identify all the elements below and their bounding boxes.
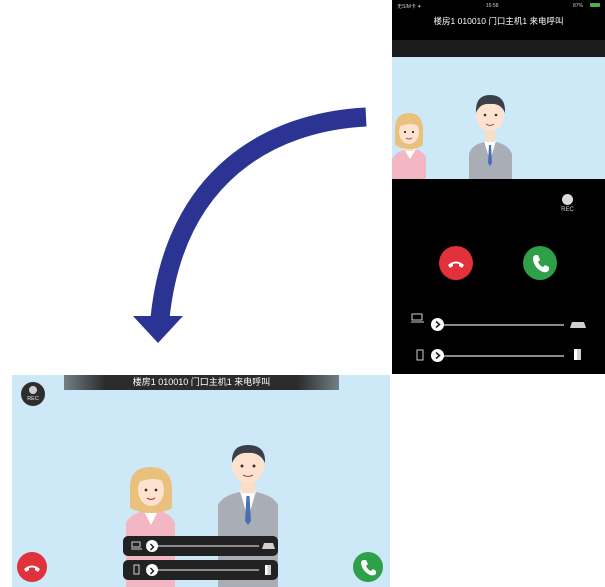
video-feed bbox=[392, 57, 605, 179]
phone-answer-icon bbox=[361, 560, 376, 576]
call-controls-panel: REC bbox=[392, 179, 605, 374]
brightness-slider-thumb[interactable] bbox=[146, 564, 158, 576]
monitor-icon bbox=[131, 541, 142, 550]
brightness-slider-track[interactable] bbox=[151, 569, 259, 571]
brightness-slider-track[interactable] bbox=[436, 355, 564, 357]
monitor-max-icon bbox=[262, 543, 275, 549]
volume-slider-track[interactable] bbox=[151, 545, 259, 547]
phone-answer-icon bbox=[533, 255, 549, 273]
hangup-button[interactable] bbox=[439, 246, 473, 280]
phone-portrait-screen: 无SIM卡 ✦ 16:58 87% 楼房1 010010 门口主机1 来电呼叫 bbox=[392, 0, 605, 374]
volume-slider-panel bbox=[123, 536, 278, 556]
status-time: 16:58 bbox=[486, 3, 499, 9]
record-button[interactable]: REC bbox=[21, 382, 45, 406]
monitor-icon bbox=[411, 313, 424, 323]
phone-hangup-icon bbox=[448, 261, 464, 268]
answer-button[interactable] bbox=[523, 246, 557, 280]
record-icon bbox=[29, 386, 37, 394]
hangup-button[interactable] bbox=[17, 552, 47, 582]
door-open-icon bbox=[574, 349, 581, 360]
volume-slider-thumb[interactable] bbox=[146, 540, 158, 552]
answer-button[interactable] bbox=[353, 552, 383, 582]
brightness-slider-thumb[interactable] bbox=[431, 349, 444, 362]
woman-figure bbox=[392, 113, 426, 179]
brightness-slider-panel bbox=[123, 560, 278, 580]
status-battery: 87% bbox=[573, 3, 584, 9]
volume-slider-thumb[interactable] bbox=[431, 318, 444, 331]
record-icon[interactable] bbox=[562, 194, 573, 205]
door-icon bbox=[133, 564, 140, 575]
call-title: 楼房1 010010 门口主机1 来电呼叫 bbox=[132, 377, 271, 387]
volume-slider-track[interactable] bbox=[436, 324, 564, 326]
call-title: 楼房1 010010 门口主机1 来电呼叫 bbox=[433, 16, 564, 26]
phone-hangup-icon bbox=[24, 565, 40, 572]
status-carrier: 无SIM卡 ✦ bbox=[397, 4, 422, 10]
curved-arrow-icon bbox=[133, 107, 367, 343]
battery-icon bbox=[590, 3, 600, 7]
man-figure bbox=[469, 95, 512, 179]
monitor-max-icon bbox=[570, 322, 586, 328]
door-icon bbox=[416, 349, 424, 361]
door-open-icon bbox=[265, 565, 271, 575]
status-bar: 无SIM卡 ✦ 16:58 87% bbox=[392, 0, 605, 12]
rec-label: REC bbox=[27, 396, 39, 402]
title-sub-bar bbox=[392, 40, 605, 57]
rec-label: REC bbox=[561, 207, 574, 213]
landscape-screen: 楼房1 010010 门口主机1 来电呼叫 REC bbox=[12, 375, 390, 587]
visitors-illustration bbox=[392, 95, 512, 179]
